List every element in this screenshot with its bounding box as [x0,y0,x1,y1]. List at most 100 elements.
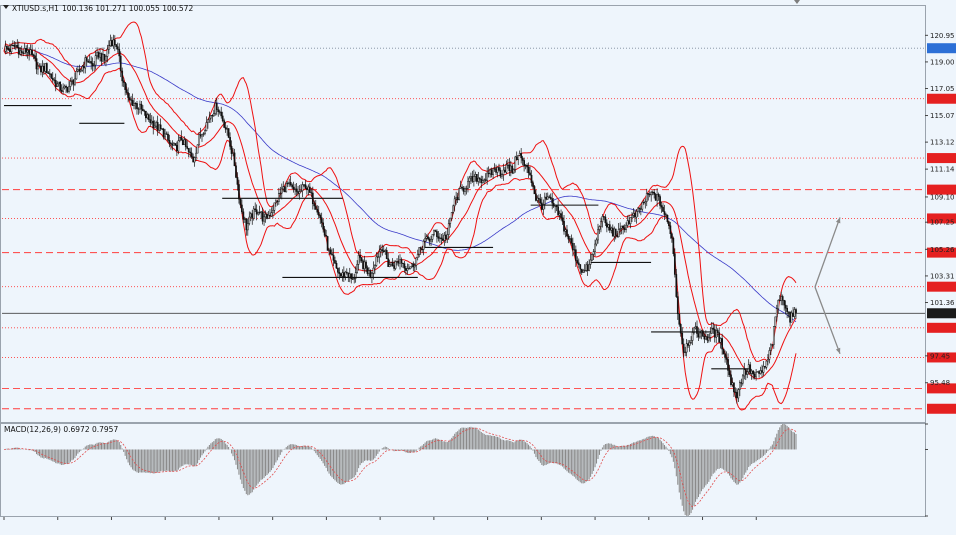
candle-body [38,65,41,67]
candle-body [663,211,666,215]
candle-body [307,186,310,191]
candle-body [113,39,116,46]
candle-body [363,261,366,270]
shift-marker-icon[interactable] [794,0,800,4]
candle-body [320,217,323,224]
candle-body [413,265,416,268]
candle-body [433,230,435,235]
candle-body [610,227,613,231]
candle-body [509,165,512,172]
candle-body [619,228,622,230]
candle-body [551,198,554,204]
candle-body [205,122,208,131]
candle-body [428,238,431,242]
candle-body [484,179,487,181]
candle-body [78,69,81,72]
candle-body [567,235,570,240]
price-tick-label: 105.26 [930,246,955,254]
candle-body [178,136,181,141]
candle-body [644,201,647,204]
candle-body [548,196,551,198]
candle-body [332,254,335,261]
candle-body [390,262,392,265]
candle-body [427,236,429,240]
candle-body [629,217,632,224]
candle-body [202,133,205,135]
candle-body [260,211,262,213]
candle-body [731,382,734,386]
candle-body [688,342,691,346]
candle-body [563,221,565,232]
candle-body [211,115,214,117]
candle-body [334,260,336,264]
candle-body [721,338,723,350]
collapse-triangle-icon[interactable] [3,5,9,9]
candle-body [289,181,292,186]
candle-body [475,174,478,182]
candle-body [453,198,456,207]
candle-body [14,45,17,47]
candle-body [750,370,753,374]
candle-body [109,40,112,46]
candle-body [778,300,781,302]
candle-body [90,61,93,64]
price-tick-label: 101.36 [930,299,955,307]
candle-body [770,344,772,351]
candle-body [119,55,122,72]
candle-body [483,179,486,182]
candle-body [102,53,104,62]
candle-body [40,65,42,73]
candle-body [353,278,356,280]
candle-body [498,167,500,171]
candle-body [88,61,91,63]
candle-body [557,206,559,216]
candle-body [628,220,630,224]
candle-body [768,350,771,360]
candle-body [784,304,787,309]
candle-body [147,114,150,120]
candle-body [255,209,258,215]
candle-body [85,57,88,62]
candle-body [292,186,295,190]
candle-body [626,220,629,226]
candle-body [111,40,113,47]
candle-body [672,237,675,254]
candle-body [340,273,342,277]
candle-body [261,211,264,222]
candle-body [359,255,361,258]
candle-body [322,222,325,230]
candle-body [112,39,115,47]
candle-body [304,184,307,189]
candle-body [512,169,515,174]
candle-body [275,200,277,204]
candle-body [570,238,573,244]
candle-body [137,108,140,110]
candle-body [29,49,32,55]
candle-body [504,169,506,173]
candle-body [790,312,793,323]
candle-body [787,311,790,313]
candle-body [638,207,641,210]
candle-body [740,382,743,384]
candle-body [298,191,301,194]
candle-body [601,216,604,222]
price-chart[interactable]: 120.95 119.00 117.05 115.07 113.12 111.14 109.… [0,0,956,535]
candle-body [755,371,757,378]
candle-body [405,267,407,271]
candle-body [456,197,459,201]
price-tick-label: 107.25 [930,219,955,227]
candle-body [106,49,109,57]
candle-body [374,265,376,269]
candle-body [365,261,367,269]
candle-body [471,176,474,182]
candle-body [637,207,639,212]
price-pane: 120.95 119.00 117.05 115.07 113.12 111.14 109.… [0,0,956,423]
candle-body [780,296,783,301]
candle-body [673,253,676,275]
candle-body [533,186,536,195]
candle-body [400,259,403,264]
candle-body [442,238,444,241]
projection-down-arrow-head [835,347,841,354]
candle-body [207,119,209,123]
candle-body [434,230,437,232]
